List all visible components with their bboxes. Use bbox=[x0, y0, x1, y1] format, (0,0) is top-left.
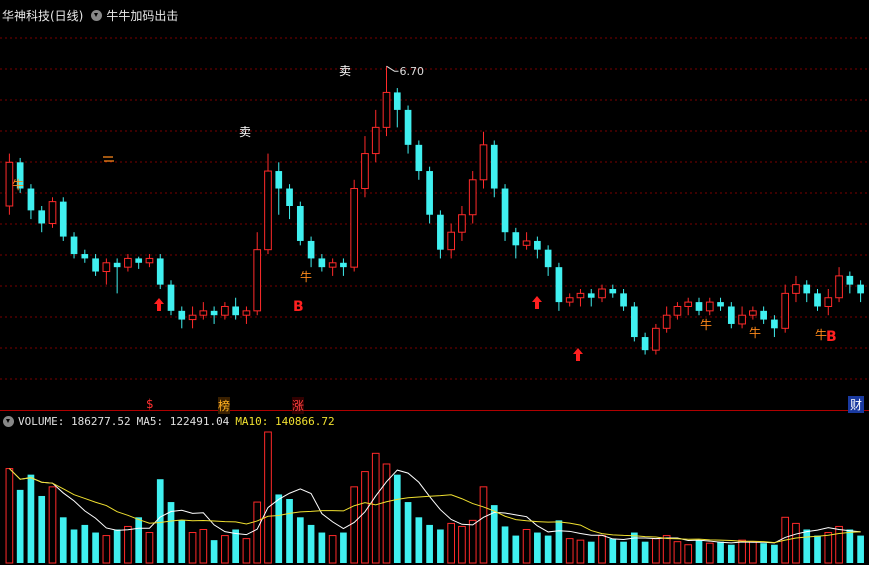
volume-bar bbox=[662, 535, 671, 564]
volume-bar bbox=[328, 535, 337, 564]
volume-bar bbox=[437, 529, 444, 563]
volume-value: VOLUME: 186277.52 bbox=[18, 414, 131, 428]
volume-bar bbox=[749, 541, 757, 564]
ma5-value: MA5: 122491.04 bbox=[136, 414, 230, 428]
volume-bar bbox=[296, 517, 304, 563]
volume-header: VOLUME: 186277.52 MA5: 122491.04 MA10: 1… bbox=[0, 413, 335, 429]
volume-bar bbox=[814, 535, 821, 563]
volume-bar bbox=[145, 532, 154, 564]
up-arrow-icon bbox=[573, 348, 583, 361]
volume-bar bbox=[738, 539, 746, 564]
volume-bar bbox=[221, 535, 229, 564]
volume-bar bbox=[275, 494, 283, 563]
volume-bars bbox=[5, 431, 864, 564]
volume-bar bbox=[253, 501, 262, 564]
chevron-down-icon[interactable] bbox=[3, 415, 14, 427]
volume-bar bbox=[318, 532, 326, 563]
volume-bar bbox=[771, 544, 778, 563]
volume-bar bbox=[695, 540, 703, 563]
volume-bar bbox=[705, 542, 714, 564]
volume-bar bbox=[458, 525, 466, 564]
arrow-layer bbox=[103, 156, 583, 361]
volume-bar bbox=[307, 524, 315, 563]
volume-bar bbox=[641, 541, 649, 563]
panel-divider bbox=[0, 410, 869, 411]
volume-bar bbox=[555, 520, 563, 563]
volume-bar bbox=[717, 541, 724, 563]
board-marker[interactable]: 榜 bbox=[218, 397, 231, 414]
volume-bar bbox=[479, 486, 488, 564]
volume-bar bbox=[857, 535, 864, 563]
volume-bar bbox=[340, 532, 347, 563]
volume-bar bbox=[415, 517, 423, 563]
volume-bar bbox=[522, 528, 531, 564]
volume-bar bbox=[361, 471, 369, 564]
volume-bar bbox=[468, 519, 477, 564]
volume-bar bbox=[684, 544, 693, 564]
volume-bar bbox=[824, 532, 833, 564]
volume-bar bbox=[803, 529, 811, 563]
volume-bar bbox=[587, 541, 595, 563]
volume-bar bbox=[210, 540, 218, 563]
volume-bar bbox=[447, 522, 456, 564]
volume-bar bbox=[609, 538, 617, 563]
volume-bar bbox=[38, 495, 46, 563]
volume-bar bbox=[92, 532, 99, 563]
volume-bar bbox=[534, 532, 541, 563]
volume-bar bbox=[393, 474, 401, 563]
volume-bar bbox=[199, 528, 208, 564]
volume-bar bbox=[264, 431, 272, 564]
volume-bar bbox=[792, 522, 800, 564]
dollar-marker[interactable]: $ bbox=[146, 397, 154, 411]
volume-bar bbox=[232, 529, 240, 563]
ma10-value: MA10: 140866.72 bbox=[235, 414, 335, 428]
up-arrow-icon bbox=[532, 296, 542, 309]
volume-bar bbox=[598, 535, 606, 564]
volume-bar bbox=[286, 499, 293, 563]
volume-bar bbox=[673, 541, 682, 564]
volume-bar bbox=[835, 525, 843, 564]
volume-bar bbox=[512, 535, 520, 563]
finance-marker[interactable]: 财 bbox=[848, 396, 865, 413]
volume-bar bbox=[16, 489, 24, 563]
volume-bar bbox=[178, 520, 186, 563]
rise-marker[interactable]: 涨 bbox=[292, 397, 305, 414]
volume-bar bbox=[404, 502, 412, 563]
volume-bar bbox=[727, 544, 735, 563]
volume-bar bbox=[652, 538, 660, 564]
volume-bar bbox=[576, 539, 585, 564]
volume-bar bbox=[630, 532, 638, 563]
volume-bar bbox=[846, 529, 854, 563]
volume-bar bbox=[81, 524, 89, 563]
volume-bar bbox=[156, 479, 164, 563]
volume-bar bbox=[544, 535, 552, 563]
volume-bar bbox=[760, 543, 767, 563]
orange-mark-icon bbox=[103, 156, 114, 162]
volume-bar bbox=[135, 517, 143, 563]
up-arrow-icon bbox=[154, 298, 164, 311]
volume-bar bbox=[350, 486, 359, 564]
volume-bar bbox=[565, 538, 574, 564]
volume-bar bbox=[59, 517, 67, 563]
volume-bar bbox=[124, 525, 132, 564]
volume-bar bbox=[102, 535, 111, 564]
volume-bar bbox=[242, 538, 251, 564]
volume-bar bbox=[113, 529, 121, 563]
volume-bar bbox=[70, 529, 78, 563]
volume-bar bbox=[48, 486, 57, 564]
volume-bar bbox=[5, 468, 14, 564]
volume-bar bbox=[501, 526, 509, 563]
volume-bar bbox=[27, 474, 35, 563]
volume-bar bbox=[188, 532, 197, 564]
volume-bar bbox=[620, 541, 627, 563]
volume-bar bbox=[426, 524, 433, 563]
volume-bar bbox=[371, 452, 380, 564]
